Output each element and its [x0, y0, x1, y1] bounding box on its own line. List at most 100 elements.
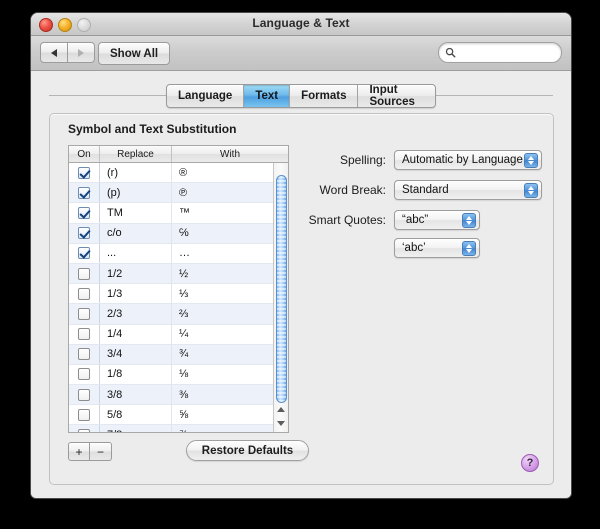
cell-replace[interactable]: (p)	[100, 183, 172, 203]
cell-with[interactable]: ℅	[172, 224, 288, 243]
tab-language[interactable]: Language	[167, 85, 245, 107]
cell-with[interactable]: ⅛	[172, 365, 288, 384]
cell-with[interactable]: ®	[172, 163, 288, 182]
row-checkbox[interactable]	[78, 247, 90, 260]
cell-replace[interactable]: TM	[100, 203, 172, 223]
table-row[interactable]: 1/2 ½	[69, 263, 288, 285]
row-checkbox[interactable]	[78, 307, 90, 320]
scroll-down-arrow-icon[interactable]	[277, 421, 285, 426]
navigation-buttons	[40, 42, 95, 63]
smart-quotes-double-popup-button[interactable]: “abc”	[394, 210, 480, 230]
table-row[interactable]: (r) ®	[69, 163, 288, 184]
add-button[interactable]: +	[68, 442, 90, 461]
cell-replace[interactable]: ...	[100, 243, 172, 263]
cell-replace[interactable]: 3/4	[100, 344, 172, 364]
smart-quotes-label: Smart Quotes:	[308, 213, 386, 227]
restore-defaults-button[interactable]: Restore Defaults	[186, 440, 309, 461]
row-checkbox[interactable]	[78, 287, 90, 300]
table-row[interactable]: 3/4 ¾	[69, 344, 288, 365]
help-button[interactable]: ?	[521, 454, 539, 472]
cell-replace[interactable]: 1/8	[100, 364, 172, 385]
table-scrollbar[interactable]	[273, 163, 288, 432]
search-field[interactable]	[438, 42, 562, 63]
table-row[interactable]: c/o ℅	[69, 223, 288, 244]
show-all-button[interactable]: Show All	[98, 42, 171, 65]
table-row[interactable]: 3/8 ⅜	[69, 385, 288, 406]
cell-replace[interactable]: 1/2	[100, 263, 172, 284]
cell-on	[69, 364, 100, 385]
cell-with[interactable]: ¾	[172, 345, 288, 364]
cell-replace[interactable]: 1/4	[100, 324, 172, 344]
search-input[interactable]	[456, 45, 560, 60]
row-checkbox[interactable]	[78, 166, 90, 179]
table-row[interactable]: 1/3 ⅓	[69, 284, 288, 305]
row-checkbox[interactable]	[78, 388, 90, 401]
section-title: Symbol and Text Substitution	[68, 122, 237, 136]
cell-replace[interactable]: 3/8	[100, 385, 172, 405]
cell-replace[interactable]: c/o	[100, 223, 172, 243]
row-checkbox[interactable]	[78, 429, 90, 432]
table-row[interactable]: 1/8 ⅛	[69, 364, 288, 386]
smart-quotes-single-popup-button[interactable]: ‘abc’	[394, 238, 480, 258]
back-arrow-icon	[51, 48, 57, 57]
cell-with[interactable]: …	[172, 244, 288, 263]
spelling-row: Spelling: Automatic by Language	[308, 150, 542, 170]
row-checkbox[interactable]	[78, 348, 90, 361]
table-row[interactable]: TM ™	[69, 203, 288, 224]
row-checkbox[interactable]	[78, 206, 90, 219]
cell-replace[interactable]: 5/8	[100, 405, 172, 425]
row-checkbox[interactable]	[78, 408, 90, 421]
cell-on	[69, 385, 100, 405]
row-checkbox[interactable]	[78, 186, 90, 199]
window-title: Language & Text	[252, 16, 350, 30]
spelling-popup-button[interactable]: Automatic by Language	[394, 150, 542, 170]
row-checkbox[interactable]	[78, 328, 90, 341]
cell-with[interactable]: ⅝	[172, 405, 288, 424]
column-header-on[interactable]: On	[69, 146, 100, 162]
word-break-popup-button[interactable]: Standard	[394, 180, 542, 200]
scroll-up-arrow-icon[interactable]	[277, 407, 285, 412]
spelling-label: Spelling:	[339, 153, 386, 167]
table-row[interactable]: 7/8⅞	[69, 425, 288, 432]
cell-with[interactable]: ½	[172, 264, 288, 283]
row-checkbox[interactable]	[78, 227, 90, 240]
tab-text[interactable]: Text	[244, 85, 291, 107]
row-checkbox[interactable]	[78, 368, 90, 381]
smart-quotes-double-value: “abc”	[402, 214, 429, 226]
cell-with[interactable]: ⅔	[172, 304, 288, 323]
cell-with[interactable]: ℗	[172, 183, 288, 202]
cell-on	[69, 304, 100, 324]
table-row[interactable]: 1/4 ¼	[69, 324, 288, 345]
table-row[interactable]: 5/8 ⅝	[69, 405, 288, 426]
row-checkbox[interactable]	[78, 267, 90, 280]
tab-formats[interactable]: Formats	[290, 85, 359, 107]
table-row[interactable]: ...…	[69, 243, 288, 264]
tab-input-sources[interactable]: Input Sources	[358, 85, 435, 107]
cell-with[interactable]: ™	[172, 203, 288, 222]
cell-with[interactable]: ⅞	[172, 425, 288, 432]
cell-on	[69, 243, 100, 263]
cell-replace[interactable]: 2/3	[100, 304, 172, 324]
smart-quotes-row: Smart Quotes: “abc”	[308, 210, 480, 230]
cell-replace[interactable]: (r)	[100, 163, 172, 183]
column-header-with[interactable]: With	[172, 146, 288, 162]
back-button[interactable]	[40, 42, 68, 63]
cell-on	[69, 425, 100, 432]
column-header-replace[interactable]: Replace	[100, 146, 172, 162]
tab-bar: Language Text Formats Input Sources	[31, 84, 571, 108]
remove-button[interactable]: −	[90, 442, 112, 461]
content-panel: Symbol and Text Substitution On Replace …	[49, 113, 554, 485]
scrollbar-thumb[interactable]	[276, 175, 287, 403]
search-icon	[445, 47, 456, 58]
cell-with[interactable]: ⅜	[172, 385, 288, 404]
smart-quotes-single-value: ‘abc’	[402, 242, 426, 254]
cell-with[interactable]: ⅓	[172, 284, 288, 303]
word-break-value: Standard	[402, 184, 449, 196]
cell-with[interactable]: ¼	[172, 325, 288, 344]
cell-replace[interactable]: 1/3	[100, 284, 172, 304]
cell-replace[interactable]: 7/8	[100, 425, 172, 432]
table-row[interactable]: (p) ℗	[69, 183, 288, 204]
spelling-value: Automatic by Language	[402, 154, 523, 166]
chevron-updown-icon	[524, 153, 538, 168]
table-row[interactable]: 2/3 ⅔	[69, 304, 288, 325]
